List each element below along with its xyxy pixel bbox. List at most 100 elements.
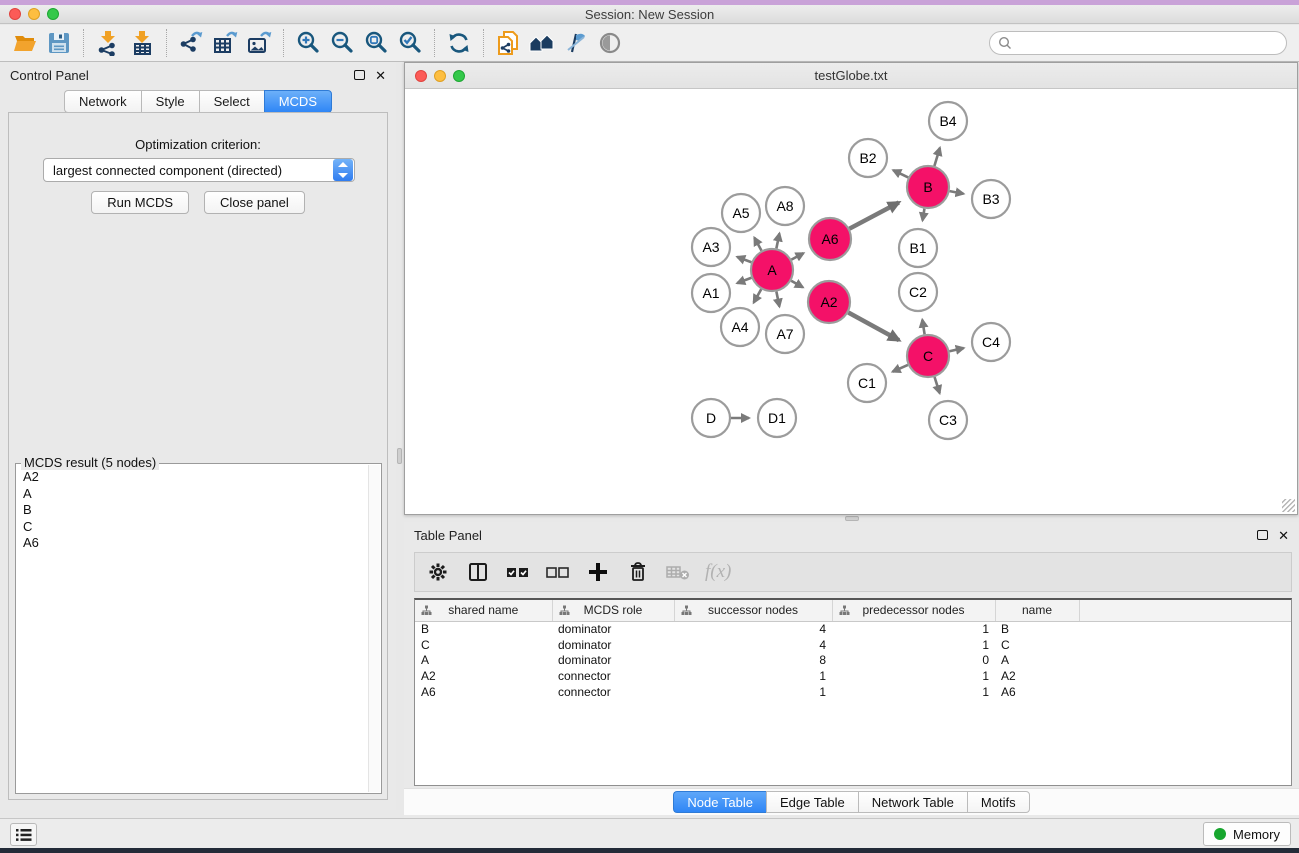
table-row[interactable]: A2connector11A2 — [415, 668, 1292, 684]
float-table-panel-icon[interactable] — [1257, 530, 1268, 540]
window-resize-grip[interactable] — [1282, 499, 1295, 512]
graph-node-A1[interactable]: A1 — [692, 274, 730, 312]
graph-edge[interactable] — [950, 191, 964, 194]
graph-edge[interactable] — [934, 148, 939, 166]
graph-edge[interactable] — [949, 348, 963, 351]
result-item[interactable]: B — [16, 502, 368, 519]
graph-edge[interactable] — [849, 202, 898, 228]
graph-node-A3[interactable]: A3 — [692, 228, 730, 266]
export-network-icon[interactable] — [174, 28, 208, 58]
optimization-criterion-select[interactable]: largest connected component (directed) — [43, 158, 355, 182]
network-canvas-svg[interactable]: B4 B2 B B3 A5A8A6 B1 A3 A C2 A1 A2 A4A7 C4 C C1 D D1 C3 — [405, 89, 1297, 514]
result-item[interactable]: A — [16, 486, 368, 503]
zoom-selected-icon[interactable] — [393, 28, 427, 58]
duplicate-network-icon[interactable] — [491, 28, 525, 58]
graph-edge[interactable] — [754, 289, 762, 302]
eye-icon[interactable] — [593, 28, 627, 58]
graph-edge[interactable] — [754, 238, 761, 251]
save-session-icon[interactable] — [42, 28, 76, 58]
tab-style[interactable]: Style — [141, 90, 199, 113]
select-all-icon[interactable] — [503, 557, 533, 587]
delete-table-icon[interactable] — [663, 557, 693, 587]
graph-edge[interactable] — [791, 281, 803, 288]
vertical-splitter-handle[interactable] — [397, 448, 402, 464]
export-image-icon[interactable] — [242, 28, 276, 58]
import-table-icon[interactable] — [125, 28, 159, 58]
close-panel-icon[interactable]: ✕ — [375, 69, 386, 82]
tab-select[interactable]: Select — [199, 90, 264, 113]
close-panel-button[interactable]: Close panel — [204, 191, 305, 214]
run-mcds-button[interactable]: Run MCDS — [91, 191, 189, 214]
graph-edge[interactable] — [935, 377, 940, 393]
result-item[interactable]: A6 — [16, 535, 368, 552]
graph-edge[interactable] — [776, 233, 779, 248]
search-field[interactable] — [989, 31, 1287, 55]
graph-node-C1[interactable]: C1 — [848, 364, 886, 402]
graph-edge[interactable] — [737, 257, 751, 262]
graph-node-A5[interactable]: A5 — [722, 194, 760, 232]
graph-node-C[interactable]: C — [907, 335, 949, 377]
graph-node-C2[interactable]: C2 — [899, 273, 937, 311]
function-builder-icon[interactable]: f(x) — [705, 561, 731, 583]
zoom-in-icon[interactable] — [291, 28, 325, 58]
first-neighbors-icon[interactable] — [525, 28, 559, 58]
task-history-button[interactable] — [10, 823, 37, 846]
tab-network[interactable]: Network — [64, 90, 141, 113]
graph-node-D[interactable]: D — [692, 399, 730, 437]
table-settings-icon[interactable] — [423, 557, 453, 587]
show-columns-icon[interactable] — [463, 557, 493, 587]
graph-edge[interactable] — [737, 278, 751, 283]
graph-edge[interactable] — [776, 292, 779, 307]
memory-button[interactable]: Memory — [1203, 822, 1291, 846]
graph-node-B2[interactable]: B2 — [849, 139, 887, 177]
open-session-icon[interactable] — [8, 28, 42, 58]
delete-column-icon[interactable] — [623, 557, 653, 587]
zoom-fit-icon[interactable] — [359, 28, 393, 58]
graph-node-C3[interactable]: C3 — [929, 401, 967, 439]
import-network-icon[interactable] — [91, 28, 125, 58]
graph-node-B3[interactable]: B3 — [972, 180, 1010, 218]
table-row[interactable]: Adominator80A — [415, 652, 1292, 668]
float-panel-icon[interactable] — [354, 70, 365, 80]
close-table-panel-icon[interactable]: ✕ — [1278, 529, 1289, 542]
result-item[interactable]: C — [16, 519, 368, 536]
column-header-successor-nodes[interactable]: successor nodes — [674, 600, 832, 621]
graph-edge[interactable] — [923, 209, 925, 221]
graph-node-A7[interactable]: A7 — [766, 315, 804, 353]
table-row[interactable]: Cdominator41C — [415, 637, 1292, 653]
column-header-shared-name[interactable]: shared name — [415, 600, 552, 621]
graph-node-A[interactable]: A — [751, 249, 793, 291]
tab-edge-table[interactable]: Edge Table — [766, 791, 858, 813]
tab-node-table[interactable]: Node Table — [673, 791, 766, 813]
tab-mcds[interactable]: MCDS — [264, 90, 332, 113]
horizontal-splitter-handle[interactable] — [845, 516, 859, 521]
add-column-icon[interactable] — [583, 557, 613, 587]
export-table-icon[interactable] — [208, 28, 242, 58]
graph-edge[interactable] — [893, 365, 908, 372]
table-row[interactable]: Bdominator41B — [415, 621, 1292, 637]
table-row[interactable]: A6connector11A6 — [415, 684, 1292, 700]
graph-node-A2[interactable]: A2 — [808, 281, 850, 323]
graph-node-A8[interactable]: A8 — [766, 187, 804, 225]
graph-node-A6[interactable]: A6 — [809, 218, 851, 260]
graph-node-C4[interactable]: C4 — [972, 323, 1010, 361]
tab-motifs[interactable]: Motifs — [967, 791, 1030, 813]
column-header-name[interactable]: name — [995, 600, 1079, 621]
annotation-icon[interactable] — [559, 28, 593, 58]
tab-network-table[interactable]: Network Table — [858, 791, 967, 813]
graph-node-B1[interactable]: B1 — [899, 229, 937, 267]
search-input[interactable] — [1017, 36, 1278, 50]
graph-edge[interactable] — [791, 253, 803, 259]
refresh-icon[interactable] — [442, 28, 476, 58]
graph-node-D1[interactable]: D1 — [758, 399, 796, 437]
deselect-all-icon[interactable] — [543, 557, 573, 587]
column-header-mcds-role[interactable]: MCDS role — [552, 600, 674, 621]
graph-edge[interactable] — [922, 320, 924, 335]
graph-node-A4[interactable]: A4 — [721, 308, 759, 346]
graph-edge[interactable] — [893, 170, 908, 177]
graph-node-B4[interactable]: B4 — [929, 102, 967, 140]
result-item[interactable]: A2 — [16, 469, 368, 486]
result-scrollbar[interactable] — [368, 465, 380, 792]
graph-node-B[interactable]: B — [907, 166, 949, 208]
zoom-out-icon[interactable] — [325, 28, 359, 58]
